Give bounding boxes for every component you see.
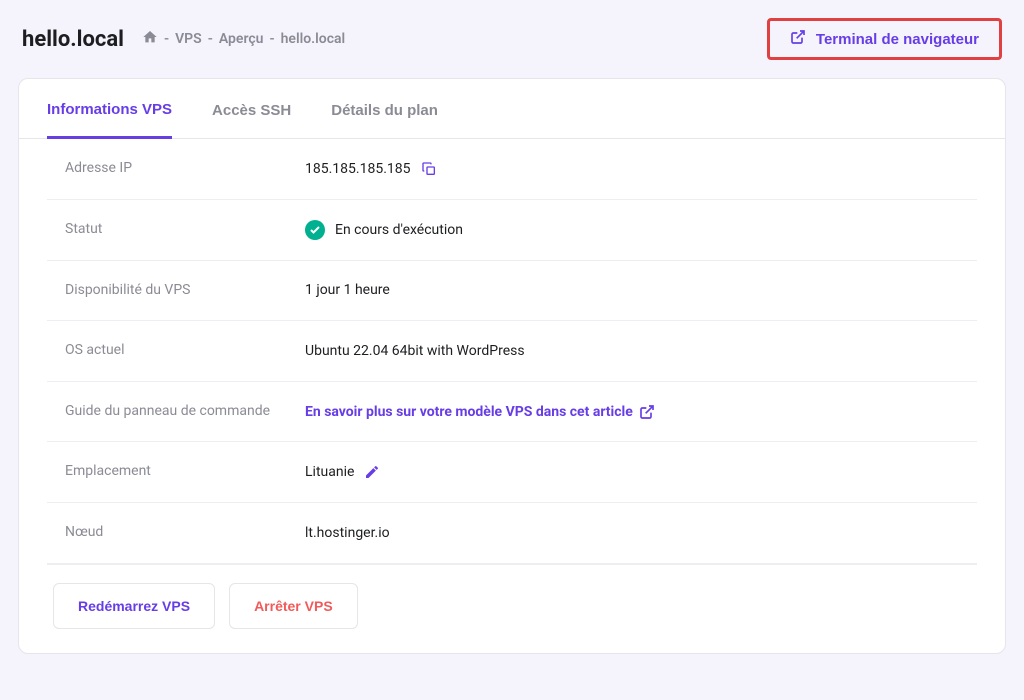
header-left: hello.local - VPS - Aperçu - hello.local: [22, 27, 345, 52]
ip-value-group: 185.185.185.185: [305, 161, 437, 177]
external-link-icon: [790, 29, 806, 49]
uptime-value: 1 jour 1 heure: [305, 282, 390, 298]
breadcrumb-overview[interactable]: Aperçu: [219, 31, 264, 47]
breadcrumb: - VPS - Aperçu - hello.local: [142, 29, 345, 49]
page-header: hello.local - VPS - Aperçu - hello.local…: [18, 18, 1006, 60]
tab-plan[interactable]: Détails du plan: [331, 79, 438, 138]
node-value: lt.hostinger.io: [305, 525, 390, 541]
breadcrumb-vps[interactable]: VPS: [175, 31, 202, 47]
row-node: Nœud lt.hostinger.io: [47, 503, 977, 564]
vps-info-card: Informations VPS Accès SSH Détails du pl…: [18, 78, 1006, 654]
guide-label: Guide du panneau de commande: [65, 402, 305, 422]
page-title: hello.local: [22, 27, 124, 52]
node-label: Nœud: [65, 523, 305, 543]
os-label: OS actuel: [65, 341, 305, 361]
breadcrumb-host[interactable]: hello.local: [281, 31, 346, 47]
stop-vps-button[interactable]: Arrêter VPS: [229, 583, 358, 629]
home-icon[interactable]: [142, 29, 158, 49]
location-value-group: Lituanie: [305, 464, 380, 480]
status-value: En cours d'exécution: [335, 222, 463, 238]
status-value-group: En cours d'exécution: [305, 220, 463, 240]
tabs: Informations VPS Accès SSH Détails du pl…: [19, 79, 1005, 139]
row-ip: Adresse IP 185.185.185.185: [47, 139, 977, 200]
copy-icon[interactable]: [421, 161, 437, 177]
restart-vps-button[interactable]: Redémarrez VPS: [53, 583, 215, 629]
external-link-icon: [639, 404, 655, 420]
uptime-label: Disponibilité du VPS: [65, 281, 305, 301]
tab-ssh[interactable]: Accès SSH: [212, 79, 291, 138]
action-buttons: Redémarrez VPS Arrêter VPS: [47, 564, 977, 629]
os-value: Ubuntu 22.04 64bit with WordPress: [305, 343, 525, 359]
status-label: Statut: [65, 220, 305, 240]
browser-terminal-button[interactable]: Terminal de navigateur: [767, 18, 1002, 60]
tab-info[interactable]: Informations VPS: [47, 79, 172, 139]
row-os: OS actuel Ubuntu 22.04 64bit with WordPr…: [47, 321, 977, 382]
row-location: Emplacement Lituanie: [47, 442, 977, 503]
ip-label: Adresse IP: [65, 159, 305, 179]
guide-value-group: En savoir plus sur votre modèle VPS dans…: [305, 404, 655, 420]
row-guide: Guide du panneau de commande En savoir p…: [47, 382, 977, 443]
pencil-icon[interactable]: [364, 464, 380, 480]
ip-value: 185.185.185.185: [305, 161, 411, 177]
tab-content: Adresse IP 185.185.185.185 Statut En cou…: [19, 139, 1005, 653]
guide-link[interactable]: En savoir plus sur votre modèle VPS dans…: [305, 404, 655, 420]
browser-terminal-label: Terminal de navigateur: [816, 31, 979, 48]
location-label: Emplacement: [65, 462, 305, 482]
row-uptime: Disponibilité du VPS 1 jour 1 heure: [47, 261, 977, 322]
location-value: Lituanie: [305, 464, 354, 480]
check-circle-icon: [305, 220, 325, 240]
guide-link-text: En savoir plus sur votre modèle VPS dans…: [305, 404, 633, 420]
row-status: Statut En cours d'exécution: [47, 200, 977, 261]
